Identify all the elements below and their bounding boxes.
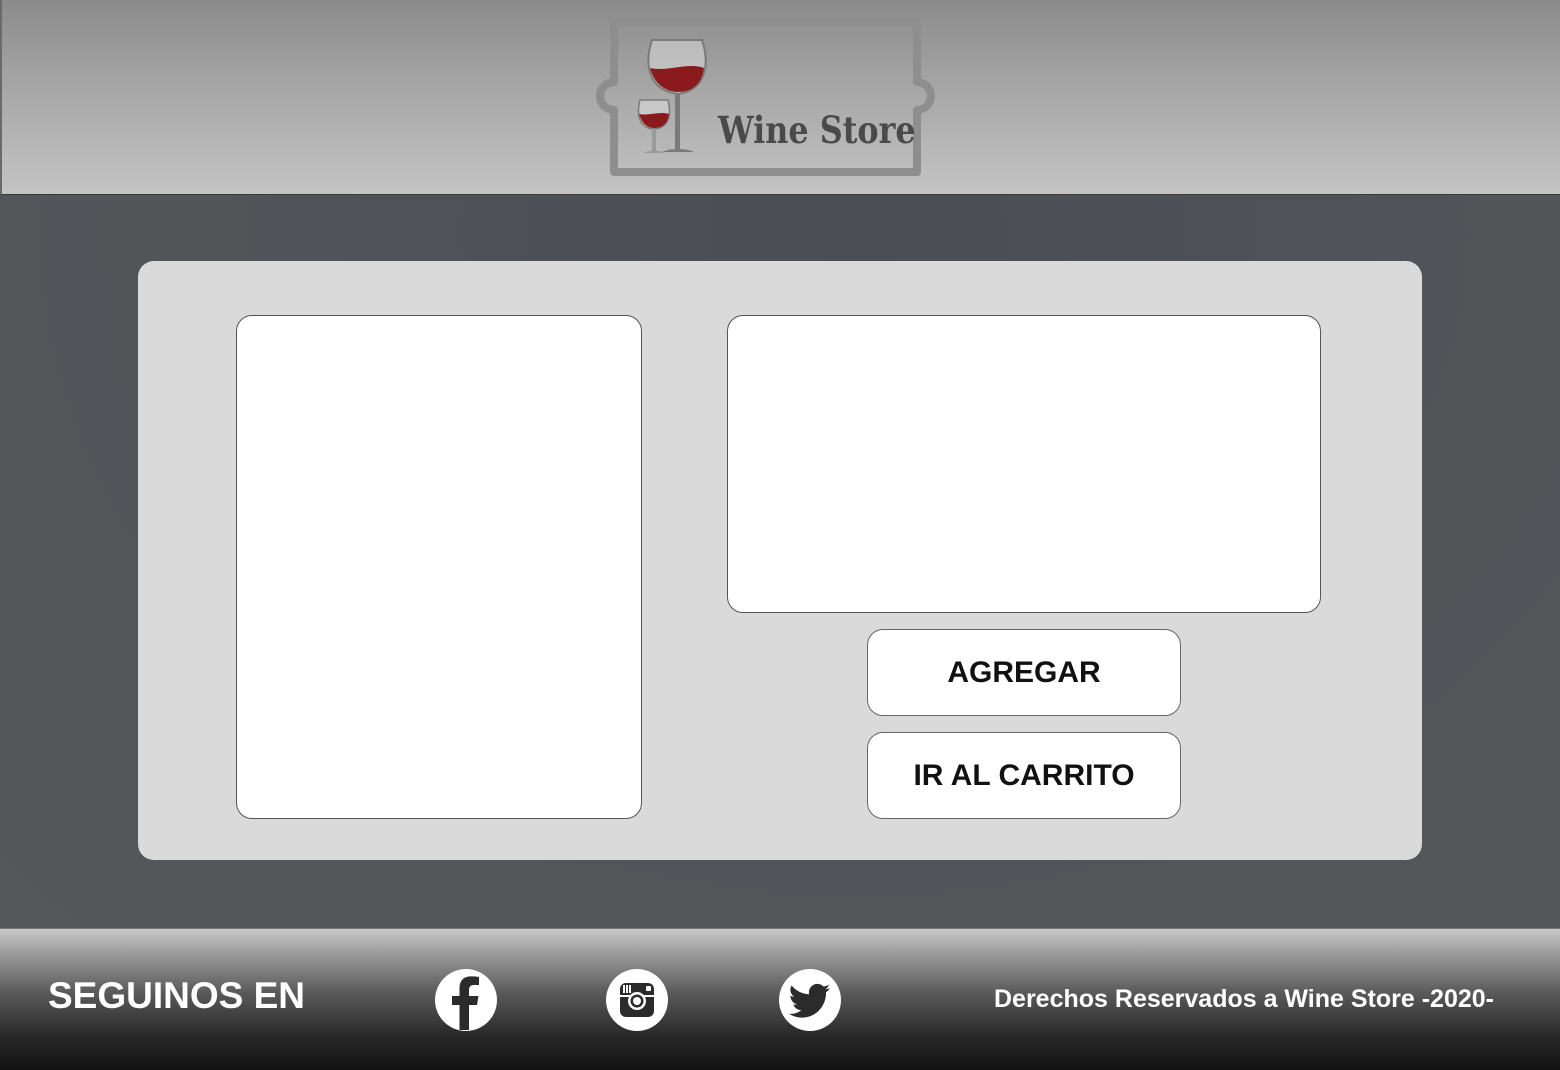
instagram-icon[interactable] [605, 968, 669, 1032]
add-button[interactable]: AGREGAR [867, 629, 1181, 716]
twitter-icon[interactable] [778, 968, 842, 1032]
logo-text: Wine Store [718, 108, 916, 152]
wine-store-logo[interactable] [592, 16, 940, 180]
follow-us-label: SEGUINOS EN [48, 975, 305, 1016]
copyright-text: Derechos Reservados a Wine Store -2020- [994, 985, 1494, 1013]
product-description-box [727, 315, 1321, 613]
product-image-box [236, 315, 642, 819]
go-to-cart-button[interactable]: IR AL CARRITO [867, 732, 1181, 819]
facebook-icon[interactable] [434, 968, 498, 1032]
